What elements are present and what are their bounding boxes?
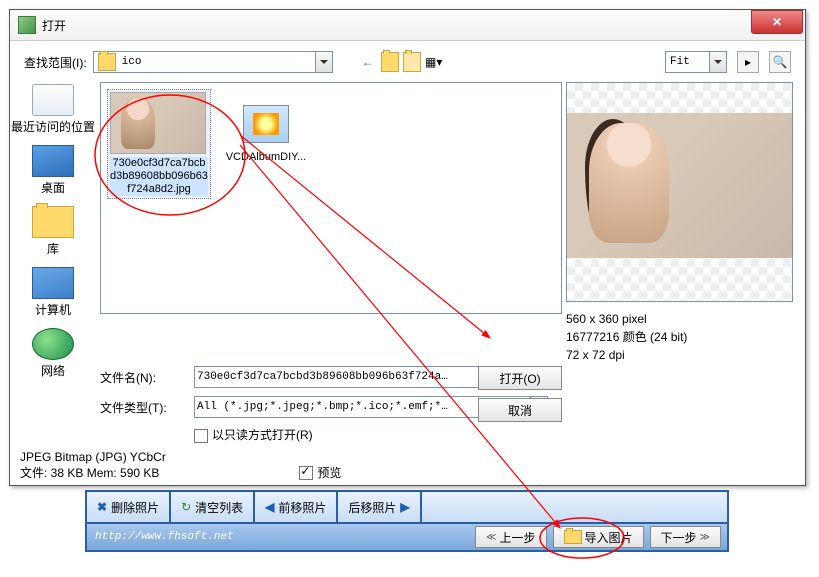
move-prev-button[interactable]: ◀前移照片	[255, 492, 338, 522]
place-label: 库	[10, 240, 96, 257]
lookin-label: 查找范围(I):	[24, 54, 87, 71]
fit-combo[interactable]: Fit	[665, 51, 727, 73]
file-thumbnail	[110, 92, 206, 154]
back-icon[interactable]: ←	[359, 53, 377, 71]
up-folder-icon[interactable]	[381, 53, 399, 71]
place-computer[interactable]: 计算机	[10, 265, 96, 322]
file-item[interactable]: VCDAlbumDIY...	[217, 89, 315, 164]
cancel-button[interactable]: 取消	[478, 398, 562, 422]
filename-label: 文件名(N):	[100, 369, 188, 386]
place-recent-icon	[32, 84, 74, 116]
file-caption: VCDAlbumDIY...	[217, 151, 315, 164]
folder-icon	[98, 53, 116, 71]
place-recent[interactable]: 最近访问的位置	[10, 82, 96, 139]
file-thumbnail	[243, 105, 289, 143]
file-caption: 730e0cf3d7ca7bcbd3b89608bb096b63f724a8d2…	[110, 157, 208, 196]
place-desktop-icon	[32, 145, 74, 177]
place-network[interactable]: 网络	[10, 326, 96, 383]
new-folder-icon[interactable]	[403, 53, 421, 71]
titlebar: 打开 ✕	[10, 10, 805, 41]
preview-panel: 560 x 360 pixel 16777216 颜色 (24 bit) 72 …	[566, 82, 791, 364]
close-button[interactable]: ✕	[751, 10, 803, 34]
move-next-button[interactable]: 后移照片▶	[338, 492, 421, 522]
app-icon	[18, 16, 36, 34]
preview-checkbox[interactable]: 预览	[299, 464, 341, 481]
preview-depth: 16777216 颜色 (24 bit)	[566, 328, 791, 346]
status-size: 文件: 38 KB Mem: 590 KB	[20, 464, 159, 481]
wizard-prev-button[interactable]: ≪上一步	[475, 526, 546, 548]
delete-photo-button[interactable]: ✖删除照片	[87, 492, 171, 522]
magnify-icon[interactable]: 🔍	[769, 51, 791, 73]
app-toolbar: ✖删除照片 ↻清空列表 ◀前移照片 后移照片▶ http://www.fhsof…	[85, 490, 729, 552]
folder-combo[interactable]: ico	[93, 51, 333, 73]
preview-image	[566, 82, 793, 302]
status-format: JPEG Bitmap (JPG) YCbCr	[20, 450, 795, 464]
status-bar: JPEG Bitmap (JPG) YCbCr 文件: 38 KB Mem: 5…	[10, 445, 805, 485]
place-desktop[interactable]: 桌面	[10, 143, 96, 200]
file-list[interactable]: 730e0cf3d7ca7bcbd3b89608bb096b63f724a8d2…	[100, 82, 562, 314]
place-label: 网络	[10, 362, 96, 379]
play-icon[interactable]: ▸	[737, 51, 759, 73]
dialog-title: 打开	[42, 17, 751, 34]
place-label: 最近访问的位置	[10, 118, 96, 135]
open-file-dialog: 打开 ✕ 查找范围(I): ico ← ▦▾ Fit ▸ 🔍 最近访问的位置桌面…	[9, 9, 806, 486]
open-button[interactable]: 打开(O)	[478, 366, 562, 390]
footer-url: http://www.fhsoft.net	[87, 531, 475, 543]
preview-dim: 560 x 360 pixel	[566, 310, 791, 328]
import-image-button[interactable]: 导入图片	[553, 526, 644, 548]
chevron-down-icon[interactable]	[315, 52, 332, 72]
places-bar: 最近访问的位置桌面库计算机网络	[10, 82, 96, 383]
file-item[interactable]: 730e0cf3d7ca7bcbd3b89608bb096b63f724a8d2…	[107, 89, 211, 199]
place-label: 桌面	[10, 179, 96, 196]
place-computer-icon	[32, 267, 74, 299]
place-library-icon	[32, 206, 74, 238]
nav-icons: ← ▦▾	[359, 53, 443, 71]
filetype-label: 文件类型(T):	[100, 399, 188, 416]
readonly-checkbox[interactable]: 以只读方式打开(R)	[194, 426, 313, 443]
view-menu-icon[interactable]: ▦▾	[425, 53, 443, 71]
clear-list-button[interactable]: ↻清空列表	[171, 492, 255, 522]
place-library[interactable]: 库	[10, 204, 96, 261]
place-label: 计算机	[10, 301, 96, 318]
preview-dpi: 72 x 72 dpi	[566, 346, 791, 364]
wizard-next-button[interactable]: 下一步≫	[650, 526, 721, 548]
place-network-icon	[32, 328, 74, 360]
